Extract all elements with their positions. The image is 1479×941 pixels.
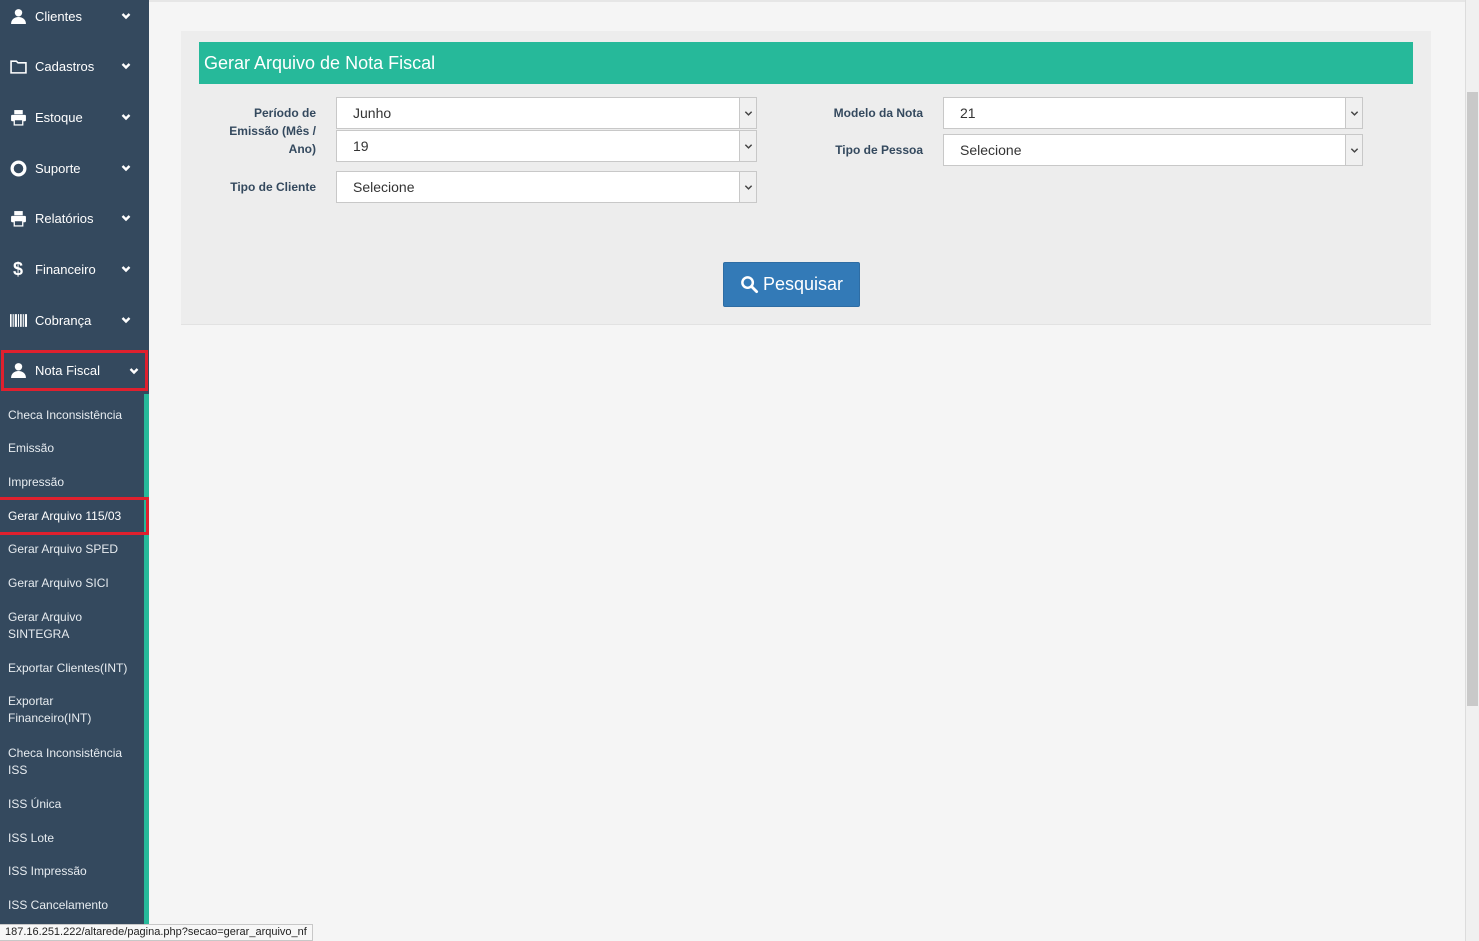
sidebar-item-cadastros[interactable]: Cadastros: [0, 46, 149, 86]
dollar-icon: $: [12, 258, 23, 279]
mes-select[interactable]: Junho: [336, 97, 757, 129]
chevron-down-icon: [1345, 98, 1362, 128]
modelo-nota-select[interactable]: 21: [943, 97, 1363, 129]
folder-icon: [8, 57, 28, 75]
sidebar-item-cobranca[interactable]: Cobrança: [0, 300, 149, 340]
sidebar-item-label: Nota Fiscal: [35, 363, 101, 378]
nota-fiscal-form-panel: Gerar Arquivo de Nota Fiscal Período de …: [181, 31, 1431, 325]
periodo-label: Período de Emissão (Mês / Ano): [229, 106, 316, 156]
sidebar-item-estoque[interactable]: Estoque: [0, 97, 149, 137]
chevron-down-icon: [1345, 135, 1362, 165]
sidebar-item-suporte[interactable]: Suporte: [0, 148, 149, 188]
submenu-item-exportar-clientes[interactable]: Exportar Clientes(INT): [0, 660, 144, 677]
submenu-item-impressao[interactable]: Impressão: [0, 474, 144, 491]
submenu-item-iss-unica[interactable]: ISS Única: [0, 796, 144, 813]
pesquisar-button-label: Pesquisar: [762, 274, 844, 294]
submenu-item-checa-inconsistencia-iss[interactable]: Checa Inconsistência ISS: [0, 745, 144, 779]
chevron-down-icon: [121, 163, 135, 173]
lifebuoy-icon: [8, 159, 28, 177]
submenu-item-gerar-arquivo-115[interactable]: Gerar Arquivo 115/03: [0, 497, 149, 535]
sidebar-item-label: Clientes: [35, 8, 82, 24]
submenu-item-gerar-arquivo-sici[interactable]: Gerar Arquivo SICI: [0, 575, 144, 592]
sidebar-item-nota-fiscal[interactable]: Nota Fiscal: [0, 349, 149, 392]
chevron-down-icon: [739, 172, 756, 202]
barcode-icon: [8, 311, 28, 329]
sidebar-item-label: Suporte: [35, 160, 81, 176]
modelo-nota-select-value: 21: [960, 105, 976, 121]
user-icon: [8, 7, 28, 25]
ano-select-value: 19: [353, 138, 369, 154]
ano-select[interactable]: 19: [336, 130, 757, 162]
top-divider: [149, 0, 1465, 2]
page-scrollbar[interactable]: [1465, 0, 1479, 941]
chevron-down-icon: [129, 366, 143, 376]
tipo-pessoa-label: Tipo de Pessoa: [835, 143, 923, 157]
submenu-item-checa-inconsistencia[interactable]: Checa Inconsistência: [0, 407, 144, 424]
panel-title: Gerar Arquivo de Nota Fiscal: [199, 42, 1413, 84]
tipo-cliente-select-value: Selecione: [353, 179, 415, 195]
scrollbar-thumb[interactable]: [1467, 92, 1478, 706]
pesquisar-button[interactable]: Pesquisar: [723, 262, 860, 307]
sidebar-item-financeiro[interactable]: $ Financeiro: [0, 249, 149, 289]
sidebar-item-label: Relatórios: [35, 210, 94, 226]
chevron-down-icon: [121, 61, 135, 71]
modelo-nota-label: Modelo da Nota: [833, 106, 923, 120]
sidebar-item-label: Financeiro: [35, 261, 96, 277]
printer-icon: [8, 209, 28, 227]
tipo-pessoa-select[interactable]: Selecione: [943, 134, 1363, 166]
sidebar-item-label: Cobrança: [35, 312, 92, 328]
sidebar-item-label: Estoque: [35, 109, 83, 125]
submenu-item-iss-lote[interactable]: ISS Lote: [0, 830, 144, 847]
sidebar: Clientes Cadastros Estoque Suporte Relat…: [0, 0, 149, 941]
submenu-item-gerar-arquivo-sped[interactable]: Gerar Arquivo SPED: [0, 541, 144, 558]
chevron-down-icon: [121, 112, 135, 122]
submenu-item-iss-impressao[interactable]: ISS Impressão: [0, 863, 144, 880]
chevron-down-icon: [121, 11, 135, 21]
sidebar-item-relatorios[interactable]: Relatórios: [0, 198, 149, 238]
submenu-item-gerar-arquivo-sintegra[interactable]: Gerar Arquivo SINTEGRA: [0, 609, 110, 643]
submenu-item-exportar-financeiro[interactable]: Exportar Financeiro(INT): [0, 693, 110, 727]
submenu-item-iss-cancelamento[interactable]: ISS Cancelamento: [0, 897, 144, 914]
browser-status-url: 187.16.251.222/altarede/pagina.php?secao…: [0, 924, 313, 941]
user-icon: [8, 362, 28, 380]
printer-icon: [8, 108, 28, 126]
mes-select-value: Junho: [353, 105, 392, 121]
chevron-down-icon: [739, 131, 756, 161]
sidebar-item-label: Cadastros: [35, 58, 95, 74]
chevron-down-icon: [739, 98, 756, 128]
search-icon: [741, 276, 759, 294]
tipo-pessoa-select-value: Selecione: [960, 142, 1022, 158]
tipo-cliente-select[interactable]: Selecione: [336, 171, 757, 203]
sidebar-item-clientes[interactable]: Clientes: [0, 0, 149, 36]
chevron-down-icon: [121, 264, 135, 274]
nota-fiscal-submenu: Checa Inconsistência Emissão Impressão G…: [0, 394, 149, 941]
submenu-item-emissao[interactable]: Emissão: [0, 440, 144, 457]
chevron-down-icon: [121, 315, 135, 325]
tipo-cliente-label: Tipo de Cliente: [230, 180, 316, 194]
chevron-down-icon: [121, 213, 135, 223]
